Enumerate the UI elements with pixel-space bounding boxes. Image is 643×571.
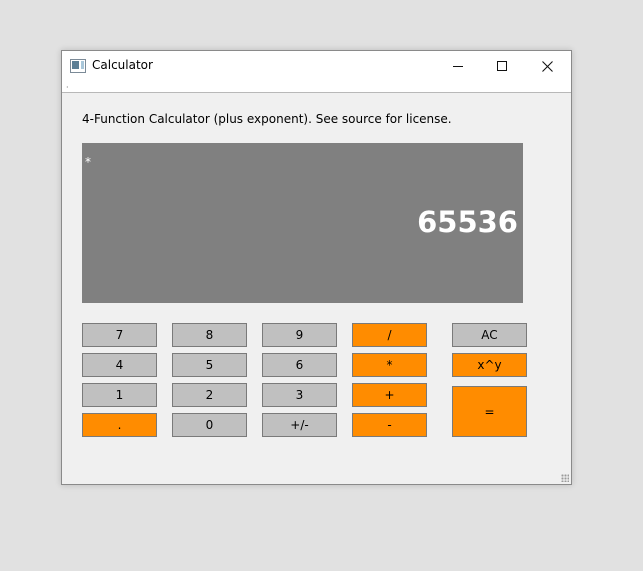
window-title: Calculator: [92, 58, 153, 72]
divide-button[interactable]: /: [352, 323, 427, 347]
description-label: 4-Function Calculator (plus exponent). S…: [82, 112, 452, 126]
digit-1-button[interactable]: 1: [82, 383, 157, 407]
menu-marker: ·: [66, 83, 69, 92]
digit-2-button[interactable]: 2: [172, 383, 247, 407]
digit-0-button[interactable]: 0: [172, 413, 247, 437]
all-clear-button[interactable]: AC: [452, 323, 527, 347]
menu-bar[interactable]: ·: [62, 82, 571, 93]
minimize-icon: [453, 65, 463, 67]
resize-grip[interactable]: [561, 474, 569, 482]
maximize-button[interactable]: [480, 51, 525, 81]
calculator-display: * 65536: [82, 143, 523, 303]
add-button[interactable]: +: [352, 383, 427, 407]
close-icon: [542, 60, 553, 72]
digit-5-button[interactable]: 5: [172, 353, 247, 377]
decimal-button[interactable]: .: [82, 413, 157, 437]
subtract-button[interactable]: -: [352, 413, 427, 437]
digit-3-button[interactable]: 3: [262, 383, 337, 407]
multiply-button[interactable]: *: [352, 353, 427, 377]
operator-indicator: *: [85, 155, 91, 169]
minimize-button[interactable]: [436, 51, 481, 81]
digit-4-button[interactable]: 4: [82, 353, 157, 377]
digit-6-button[interactable]: 6: [262, 353, 337, 377]
power-button[interactable]: x^y: [452, 353, 527, 377]
calculator-window: Calculator · 4-Function Calculator (plus…: [61, 50, 572, 485]
digit-9-button[interactable]: 9: [262, 323, 337, 347]
digit-8-button[interactable]: 8: [172, 323, 247, 347]
close-button[interactable]: [525, 51, 570, 81]
title-bar[interactable]: Calculator: [62, 51, 571, 82]
maximize-icon: [497, 60, 507, 71]
negate-button[interactable]: +/-: [262, 413, 337, 437]
digit-7-button[interactable]: 7: [82, 323, 157, 347]
equals-button[interactable]: =: [452, 386, 527, 437]
display-value: 65536: [417, 205, 518, 239]
calculator-app-icon: [70, 59, 86, 73]
